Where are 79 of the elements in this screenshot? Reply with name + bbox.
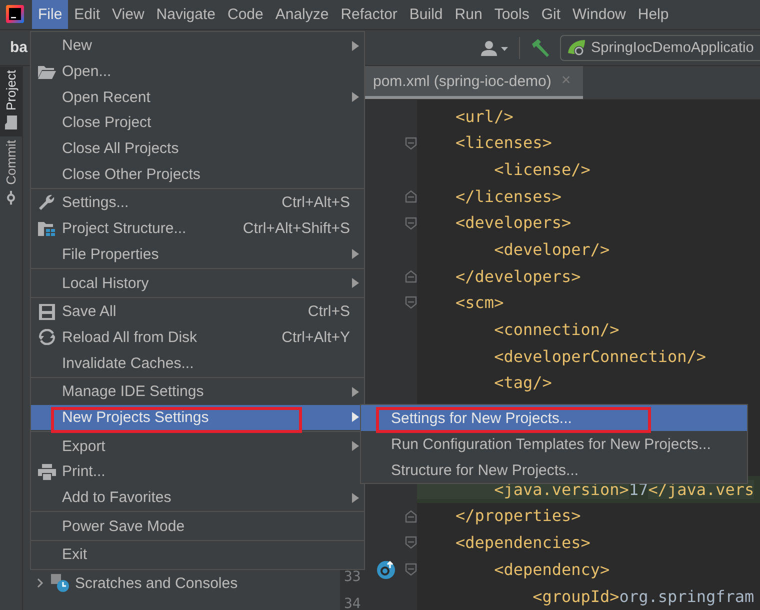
menu-item[interactable]: Reload All from Disk Ctrl+Alt+Y <box>31 324 364 350</box>
menu-item[interactable]: Print... <box>31 459 364 485</box>
code-line: <groupId>org.springfram <box>532 586 756 608</box>
menu-item[interactable]: File <box>32 0 68 29</box>
menu-item[interactable]: Export <box>31 433 364 459</box>
menu-item[interactable]: Save All Ctrl+S <box>31 298 364 325</box>
code-line: <connection/> <box>493 318 620 341</box>
fold-start-icon[interactable] <box>405 296 417 310</box>
code-line: </properties> <box>454 505 582 528</box>
line-number: 34 <box>344 596 362 610</box>
hammer-icon[interactable] <box>530 38 550 58</box>
spring-leaf-icon <box>567 38 587 56</box>
menu-item[interactable]: New <box>31 33 364 59</box>
menu-item[interactable]: Window <box>566 0 632 29</box>
menu-item[interactable]: Build <box>403 0 449 29</box>
menu-item[interactable]: Help <box>632 0 675 29</box>
menu-item[interactable]: Local History <box>31 270 364 296</box>
code-line: </developers> <box>454 266 582 288</box>
breadcrumb[interactable]: ba <box>10 39 32 56</box>
menu-item[interactable]: Project Structure... Ctrl+Alt+Shift+S <box>31 216 364 242</box>
menu-item[interactable]: Refactor <box>334 0 404 29</box>
code-line: <licenses> <box>454 132 553 154</box>
menu-item[interactable]: Open Recent <box>31 84 364 110</box>
menu-item[interactable]: Git <box>535 0 567 29</box>
menu-item[interactable]: Edit <box>68 0 106 29</box>
menu-item[interactable]: Exit <box>31 542 364 568</box>
project-structure-icon <box>38 221 56 236</box>
code-line: <dependency> <box>493 558 611 581</box>
menu-item[interactable]: Run <box>448 0 488 29</box>
tree-item[interactable]: Scratches and Consoles <box>75 574 238 592</box>
chevron-right-icon[interactable] <box>35 578 45 588</box>
printer-icon <box>38 464 56 480</box>
fold-end-icon[interactable] <box>405 190 417 203</box>
editor-tab[interactable]: pom.xml (spring-ioc-demo) × <box>365 66 583 99</box>
menu-item[interactable]: Add to Favorites <box>31 484 364 510</box>
code-line: <developerConnection/> <box>493 346 707 368</box>
maven-update-icon[interactable] <box>376 559 396 580</box>
fold-start-icon[interactable] <box>405 562 417 576</box>
code-line: <url/> <box>454 106 514 128</box>
menu-item[interactable]: Code <box>221 0 270 29</box>
fold-end-icon[interactable] <box>405 510 417 523</box>
code-line: </licenses> <box>454 186 562 208</box>
menu-item[interactable]: Close All Projects <box>31 136 364 162</box>
folder-icon <box>5 115 17 130</box>
run-configuration-selector[interactable]: SpringIocDemoApplicatio <box>560 34 760 60</box>
menu-item[interactable]: Settings for New Projects... <box>361 405 747 431</box>
code-line: <scm> <box>454 292 505 314</box>
menu-item[interactable]: Invalidate Caches... <box>31 350 364 376</box>
menu-item[interactable]: Tools <box>488 0 536 29</box>
fold-end-icon[interactable] <box>405 270 417 283</box>
code-line: <license/> <box>493 159 592 182</box>
menu-item[interactable]: File Properties <box>31 242 364 268</box>
menu-item[interactable]: Power Save Mode <box>31 513 364 540</box>
commit-icon <box>4 191 18 206</box>
code-line: <tag/> <box>493 372 553 394</box>
menu-item[interactable]: View <box>106 0 150 29</box>
code-line: <developers> <box>454 212 572 234</box>
menu-item[interactable]: Close Project <box>31 110 364 136</box>
wrench-icon <box>38 194 55 212</box>
scratches-icon <box>51 574 69 592</box>
menu-item[interactable]: Settings... Ctrl+Alt+S <box>31 190 364 216</box>
menu-item[interactable]: Close Other Projects <box>31 161 364 188</box>
menu-item[interactable]: Manage IDE Settings <box>31 378 364 405</box>
code-line: <developer/> <box>493 239 611 262</box>
folder-icon <box>38 64 56 79</box>
menu-item[interactable]: Analyze <box>269 0 335 29</box>
user-dropdown-icon[interactable] <box>481 40 509 56</box>
fold-start-icon[interactable] <box>405 136 417 150</box>
line-number: 33 <box>344 569 362 586</box>
tool-window-tab[interactable]: Project <box>0 66 22 136</box>
code-line: <dependencies> <box>454 532 592 554</box>
tool-window-tab[interactable]: Commit <box>0 136 22 214</box>
menu-item[interactable]: Open... <box>31 58 364 84</box>
menu-item[interactable]: Navigate <box>150 0 222 29</box>
menu-item[interactable]: Run Configuration Templates for New Projects... <box>361 431 747 457</box>
app-logo-icon[interactable] <box>6 5 24 23</box>
fold-start-icon[interactable] <box>405 536 417 550</box>
reload-icon <box>38 329 54 346</box>
fold-start-icon[interactable] <box>405 216 417 230</box>
